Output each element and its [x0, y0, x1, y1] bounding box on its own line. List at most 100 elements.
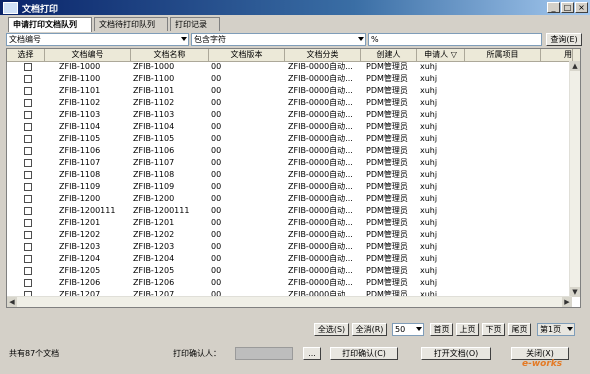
row-select-checkbox[interactable] — [24, 99, 32, 107]
maximize-button[interactable]: □ — [561, 2, 574, 13]
row-select-checkbox[interactable] — [24, 123, 32, 131]
column-header-applicant[interactable]: 申请人 ▽ — [417, 49, 465, 61]
table-cell: 00 — [211, 146, 222, 155]
filter-operator-select[interactable]: 包含字符 — [191, 33, 366, 46]
vertical-scrollbar[interactable]: ▲ ▼ — [569, 61, 580, 297]
table-cell: ZFIB-1204 — [133, 254, 175, 263]
table-row[interactable]: ZFIB-1109 ZFIB-1109 00 ZFIB-0000自动... PDM管理员… — [7, 181, 573, 193]
table-cell: ZFIB-0000自动... — [288, 170, 353, 179]
query-button[interactable]: 查询(E) — [546, 33, 582, 46]
table-row[interactable]: ZFIB-1103 ZFIB-1103 00 ZFIB-0000自动... PDM管理员… — [7, 109, 573, 121]
table-row[interactable]: ZFIB-1200 ZFIB-1200 00 ZFIB-0000自动... PDM管理员… — [7, 193, 573, 205]
table-row[interactable]: ZFIB-1106 ZFIB-1106 00 ZFIB-0000自动... PDM管理员… — [7, 145, 573, 157]
table-cell: 00 — [211, 278, 222, 287]
tab-print-request-queue[interactable]: 申请打印文档队列 — [8, 17, 92, 32]
page-number-select[interactable]: 第1页 — [537, 323, 575, 336]
column-header-project[interactable]: 所属项目 — [465, 49, 541, 61]
column-header-creator[interactable]: 创建人 — [361, 49, 417, 61]
row-select-checkbox[interactable] — [24, 75, 32, 83]
row-select-checkbox[interactable] — [24, 135, 32, 143]
print-confirmer-field — [235, 347, 293, 360]
table-cell: 00 — [211, 242, 222, 251]
browse-confirmer-button[interactable]: ... — [303, 347, 321, 360]
filter-field-select[interactable]: 文档编号 — [6, 33, 189, 46]
scroll-left-icon[interactable]: ◀ — [7, 297, 17, 307]
page-size-select[interactable]: 50 — [392, 323, 424, 336]
table-row[interactable]: ZFIB-1107 ZFIB-1107 00 ZFIB-0000自动... PDM管理员… — [7, 157, 573, 169]
row-select-checkbox[interactable] — [24, 243, 32, 251]
row-select-checkbox[interactable] — [24, 111, 32, 119]
table-row[interactable]: ZFIB-1104 ZFIB-1104 00 ZFIB-0000自动... PDM管理员… — [7, 121, 573, 133]
table-cell: ZFIB-1106 — [133, 146, 175, 155]
row-select-checkbox[interactable] — [24, 231, 32, 239]
last-page-button[interactable]: 尾页 — [508, 323, 531, 336]
column-header-select[interactable]: 选择 — [7, 49, 45, 61]
table-row[interactable]: ZFIB-1205 ZFIB-1205 00 ZFIB-0000自动... PDM管理员… — [7, 265, 573, 277]
table-cell: ZFIB-1108 — [59, 170, 101, 179]
column-header-doc-number[interactable]: 文档编号 — [45, 49, 131, 61]
table-row[interactable]: ZFIB-1105 ZFIB-1105 00 ZFIB-0000自动... PDM管理员… — [7, 133, 573, 145]
row-select-checkbox[interactable] — [24, 219, 32, 227]
table-cell: 00 — [211, 110, 222, 119]
deselect-all-button[interactable]: 全消(R) — [352, 323, 387, 336]
table-cell: ZFIB-1104 — [133, 122, 175, 131]
print-confirm-button[interactable]: 打印确认(C) — [330, 347, 398, 360]
table-cell: ZFIB-1206 — [59, 278, 101, 287]
scroll-right-icon[interactable]: ▶ — [562, 297, 572, 307]
table-row[interactable]: ZFIB-1201 ZFIB-1201 00 ZFIB-0000自动... PDM管理员… — [7, 217, 573, 229]
row-select-checkbox[interactable] — [24, 279, 32, 287]
row-select-checkbox[interactable] — [24, 171, 32, 179]
row-select-checkbox[interactable] — [24, 87, 32, 95]
table-row[interactable]: ZFIB-1102 ZFIB-1102 00 ZFIB-0000自动... PDM管理员… — [7, 97, 573, 109]
filter-value-input[interactable]: % — [368, 33, 542, 46]
table-cell: xuhj — [420, 86, 438, 95]
table-row[interactable]: ZFIB-1200111 ZFIB-1200111 00 ZFIB-0000自动...… — [7, 205, 573, 217]
row-select-checkbox[interactable] — [24, 159, 32, 167]
minimize-button[interactable]: _ — [547, 2, 560, 13]
table-cell: 00 — [211, 194, 222, 203]
table-cell: PDM管理员 — [366, 182, 408, 191]
row-select-checkbox[interactable] — [24, 267, 32, 275]
table-cell: ZFIB-1100 — [133, 74, 175, 83]
table-row[interactable]: ZFIB-1101 ZFIB-1101 00 ZFIB-0000自动... PDM管理员… — [7, 85, 573, 97]
column-header-doc-version[interactable]: 文档版本 — [209, 49, 285, 61]
first-page-button[interactable]: 首页 — [430, 323, 453, 336]
table-row[interactable]: ZFIB-1000 ZFIB-1000 00 ZFIB-0000自动... PDM管理员… — [7, 61, 573, 73]
table-row[interactable]: ZFIB-1202 ZFIB-1202 00 ZFIB-0000自动... PDM管理员… — [7, 229, 573, 241]
row-select-checkbox[interactable] — [24, 195, 32, 203]
tab-pending-print-queue[interactable]: 文档待打印队列 — [94, 17, 168, 31]
row-select-checkbox[interactable] — [24, 147, 32, 155]
horizontal-scrollbar[interactable]: ◀ ▶ — [7, 296, 572, 307]
table-cell: PDM管理员 — [366, 110, 408, 119]
scroll-up-icon[interactable]: ▲ — [570, 61, 580, 71]
page-number-value: 第1页 — [540, 325, 562, 334]
row-select-checkbox[interactable] — [24, 63, 32, 71]
table-cell: 00 — [211, 98, 222, 107]
row-select-checkbox[interactable] — [24, 255, 32, 263]
table-cell: 00 — [211, 182, 222, 191]
select-all-button[interactable]: 全选(S) — [314, 323, 349, 336]
next-page-button[interactable]: 下页 — [482, 323, 505, 336]
open-document-button[interactable]: 打开文档(O) — [421, 347, 491, 360]
close-window-button[interactable]: × — [575, 2, 588, 13]
filter-field-value: 文档编号 — [9, 35, 41, 44]
prev-page-button[interactable]: 上页 — [456, 323, 479, 336]
table-row[interactable]: ZFIB-1204 ZFIB-1204 00 ZFIB-0000自动... PDM管理员… — [7, 253, 573, 265]
table-cell: 00 — [211, 122, 222, 131]
table-cell: 00 — [211, 218, 222, 227]
table-cell: ZFIB-0000自动... — [288, 206, 353, 215]
table-cell: ZFIB-1109 — [59, 182, 101, 191]
table-cell: ZFIB-1200111 — [133, 206, 190, 215]
column-header-doc-category[interactable]: 文档分类 — [285, 49, 361, 61]
tab-print-records[interactable]: 打印记录 — [170, 17, 220, 31]
column-header-doc-name[interactable]: 文档名称 — [131, 49, 209, 61]
table-cell: PDM管理员 — [366, 158, 408, 167]
table-row[interactable]: ZFIB-1206 ZFIB-1206 00 ZFIB-0000自动... PDM管理员… — [7, 277, 573, 289]
row-select-checkbox[interactable] — [24, 183, 32, 191]
table-row[interactable]: ZFIB-1108 ZFIB-1108 00 ZFIB-0000自动... PDM管理员… — [7, 169, 573, 181]
table-cell: ZFIB-1103 — [59, 110, 101, 119]
table-row[interactable]: ZFIB-1203 ZFIB-1203 00 ZFIB-0000自动... PDM管理员… — [7, 241, 573, 253]
row-select-checkbox[interactable] — [24, 207, 32, 215]
column-header-more[interactable]: 用 — [541, 49, 573, 61]
table-row[interactable]: ZFIB-1100 ZFIB-1100 00 ZFIB-0000自动... PDM管理员… — [7, 73, 573, 85]
